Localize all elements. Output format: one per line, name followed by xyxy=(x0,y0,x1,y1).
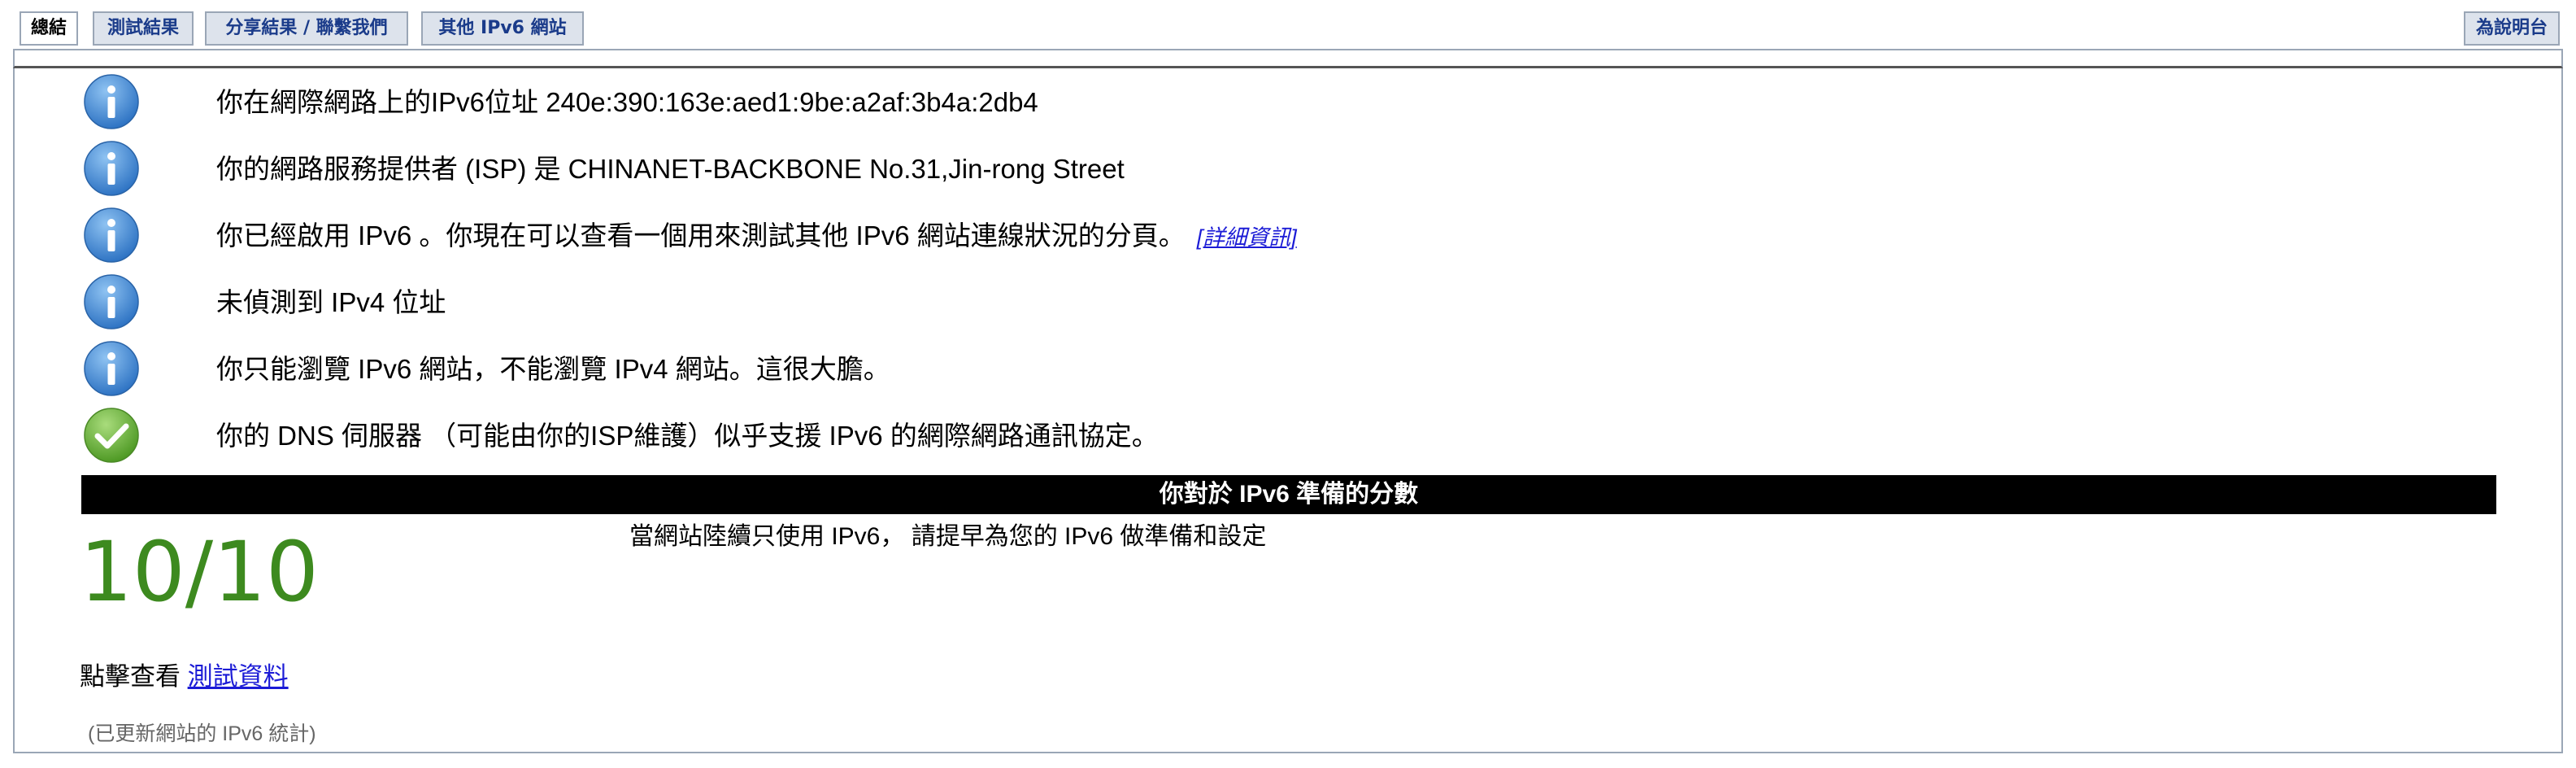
result-text: 你的網路服務提供者 (ISP) 是 CHINANET-BACKBONE No.3… xyxy=(216,154,1125,184)
result-text: 你只能瀏覽 IPv6 網站，不能瀏覽 IPv4 網站。這很大膽。 xyxy=(216,354,890,384)
readiness-score: 10/10 xyxy=(80,524,319,621)
info-icon xyxy=(84,341,139,396)
info-icon xyxy=(84,274,139,329)
score-message: 當網站陸續只使用 IPv6， 請提早為您的 IPv6 做準備和設定 xyxy=(629,523,1267,550)
result-row-ipv6-address: 你在網際網路上的IPv6位址 240e:390:163e:aed1:9be:a2… xyxy=(68,73,2426,132)
tab-summary[interactable]: 總結 xyxy=(20,11,78,46)
result-row-ipv6-only: 你只能瀏覽 IPv6 網站，不能瀏覽 IPv4 網站。這很大膽。 xyxy=(68,340,2426,399)
view-test-data-prefix: 點擊查看 xyxy=(80,662,181,691)
score-header: 你對於 IPv6 準備的分數 xyxy=(81,475,2496,514)
tab-help-desk[interactable]: 為說明台 xyxy=(2464,11,2560,46)
info-icon xyxy=(84,207,139,263)
tab-other-ipv6-sites[interactable]: 其他 IPv6 網站 xyxy=(421,11,584,46)
result-text: 你在網際網路上的IPv6位址 240e:390:163e:aed1:9be:a2… xyxy=(216,87,1038,117)
result-text-with-link: 你已經啟用 IPv6 。你現在可以查看一個用來測試其他 IPv6 網站連線狀況的… xyxy=(216,220,1297,254)
info-icon xyxy=(84,74,139,129)
result-text: 未偵測到 IPv4 位址 xyxy=(216,287,446,317)
check-icon xyxy=(84,408,139,463)
tab-share-results[interactable]: 分享結果 / 聯繫我們 xyxy=(205,11,408,46)
result-row-no-ipv4: 未偵測到 IPv4 位址 xyxy=(68,273,2426,332)
result-text: 你已經啟用 IPv6 。你現在可以查看一個用來測試其他 IPv6 網站連線狀況的… xyxy=(216,220,1186,251)
panel-top-border xyxy=(13,49,2563,68)
result-row-dns: 你的 DNS 伺服器 （可能由你的ISP維護）似乎支援 IPv6 的網際網路通訊… xyxy=(68,407,2426,465)
info-icon xyxy=(84,141,139,196)
tab-test-results[interactable]: 測試結果 xyxy=(93,11,194,46)
result-row-ipv6-enabled: 你已經啟用 IPv6 。你現在可以查看一個用來測試其他 IPv6 網站連線狀況的… xyxy=(68,207,2426,265)
view-test-data: 點擊查看 測試資料 xyxy=(80,661,289,693)
stats-note: (已更新網站的 IPv6 統計) xyxy=(88,722,316,745)
details-link[interactable]: [詳細資訊] xyxy=(1197,225,1297,250)
tab-bar: 總結 測試結果 分享結果 / 聯繫我們 其他 IPv6 網站 為說明台 xyxy=(0,0,2576,49)
test-data-link[interactable]: 測試資料 xyxy=(188,662,289,691)
result-text: 你的 DNS 伺服器 （可能由你的ISP維護）似乎支援 IPv6 的網際網路通訊… xyxy=(216,421,1159,451)
result-row-isp: 你的網路服務提供者 (ISP) 是 CHINANET-BACKBONE No.3… xyxy=(68,140,2426,199)
